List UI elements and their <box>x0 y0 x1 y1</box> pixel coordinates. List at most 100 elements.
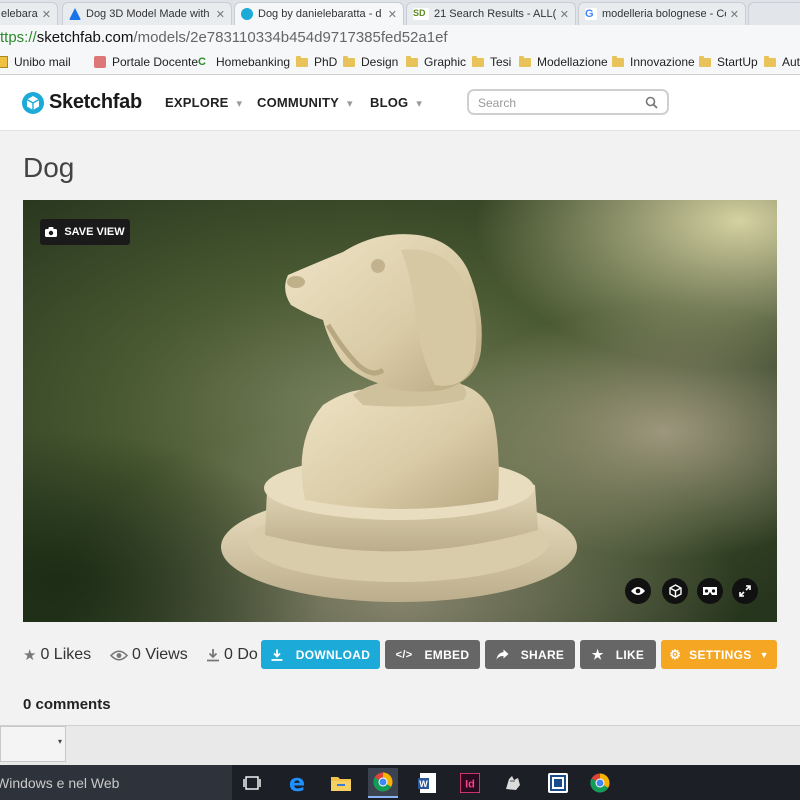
folder-icon <box>472 55 484 67</box>
svg-text:Id: Id <box>465 779 475 791</box>
search-input[interactable]: Search <box>467 89 669 115</box>
tab-close-icon[interactable]: ✕ <box>730 8 739 21</box>
task-view-icon[interactable] <box>237 768 267 798</box>
sketchfab-logo[interactable]: Sketchfab <box>22 91 142 114</box>
share-button[interactable]: SHARE <box>485 640 575 669</box>
settings-button[interactable]: ⚙ SETTINGS ▼ <box>661 640 777 669</box>
edge-glyph: e <box>288 769 306 797</box>
bookmark-homebanking[interactable]: C Homebanking <box>198 55 290 69</box>
nav-blog[interactable]: BLOG ▾ <box>370 95 422 110</box>
edge-icon[interactable]: e <box>282 768 312 798</box>
page-title: Dog <box>23 152 75 183</box>
embed-button[interactable]: </> EMBED <box>385 640 480 669</box>
chrome-icon[interactable] <box>368 768 398 798</box>
folder-icon <box>406 55 418 67</box>
sketchfab-icon <box>241 8 253 20</box>
rhino-icon[interactable] <box>498 768 528 798</box>
browser-tab-5[interactable]: G modelleria bolognese - Ce ✕ <box>578 2 746 25</box>
chrome-glyph <box>590 773 610 793</box>
tab-close-icon[interactable]: ✕ <box>216 8 225 21</box>
cube-icon-glyph <box>668 584 682 598</box>
file-explorer-icon[interactable] <box>326 768 356 798</box>
bottom-panel: ▾ <box>0 725 800 766</box>
eye-icon-glyph <box>631 587 645 595</box>
vr-icon[interactable] <box>697 578 723 604</box>
dropdown-select[interactable]: ▾ <box>0 726 66 762</box>
chevron-down-icon: ▾ <box>416 98 423 110</box>
comments-count: 0 comments <box>23 696 111 713</box>
save-view-button[interactable]: SAVE VIEW <box>40 219 130 245</box>
bookmark-phd[interactable]: PhD <box>296 55 337 69</box>
chrome-glyph <box>373 772 393 792</box>
bookmark-graphic[interactable]: Graphic <box>406 55 466 69</box>
logo-text: Sketchfab <box>49 91 142 113</box>
browser-tab-1[interactable]: elebaratta ✕ <box>0 2 58 25</box>
search-icon[interactable] <box>645 96 658 109</box>
eye-icon[interactable] <box>625 578 651 604</box>
bookmark-auto[interactable]: Auto <box>764 55 800 69</box>
site-header: Sketchfab EXPLORE ▾ COMMUNITY ▾ BLOG ▾ Sear… <box>0 75 800 131</box>
cortana-search-box[interactable]: Windows e nel Web <box>0 765 232 800</box>
new-tab-button[interactable] <box>748 2 800 25</box>
bookmark-unibo-mail[interactable]: Unibo mail <box>0 55 71 69</box>
bookmark-startup[interactable]: StartUp <box>699 55 758 69</box>
like-button[interactable]: ★ LIKE <box>580 640 656 669</box>
tab-label: elebaratta <box>1 8 38 20</box>
eye-icon <box>110 649 128 661</box>
star-icon: ★ <box>23 647 37 664</box>
fullscreen-icon-glyph <box>739 585 751 597</box>
nav-explore[interactable]: EXPLORE ▾ <box>165 95 242 110</box>
browser-tab-2[interactable]: Dog 3D Model Made with ✕ <box>62 2 232 25</box>
address-bar[interactable]: ttps://sketchfab.com/models/2e783110334b… <box>0 25 800 51</box>
url-text[interactable]: ttps://sketchfab.com/models/2e783110334b… <box>0 29 448 46</box>
bookmark-design[interactable]: Design <box>343 55 398 69</box>
tab-close-icon[interactable]: ✕ <box>42 8 51 21</box>
cube-icon[interactable] <box>662 578 688 604</box>
folder-glyph <box>331 777 351 791</box>
share-icon <box>496 649 509 660</box>
chevron-down-icon: ▾ <box>236 98 243 110</box>
nav-community[interactable]: COMMUNITY ▾ <box>257 95 353 110</box>
indesign-glyph: Id <box>460 773 480 793</box>
chevron-down-icon: ▼ <box>759 649 769 660</box>
vr-icon-glyph <box>703 587 717 595</box>
bookmark-portale-docente[interactable]: Portale Docente <box>94 55 198 69</box>
browser-tab-4[interactable]: SD 21 Search Results - ALL(ma ✕ <box>406 2 576 25</box>
word-icon[interactable]: W <box>412 768 442 798</box>
bookmark-modellazione[interactable]: Modellazione <box>519 55 608 69</box>
tab-close-icon[interactable]: ✕ <box>560 8 569 21</box>
chrome-icon[interactable] <box>585 768 615 798</box>
folder-icon <box>699 55 711 67</box>
rhino-glyph <box>506 776 520 790</box>
browser-tab-bar: elebaratta ✕ Dog 3D Model Made with ✕ Dog … <box>0 0 800 25</box>
bookmarks-bar: Unibo mail Portale Docente C Homebanking… <box>0 50 800 75</box>
bookmark-innovazione[interactable]: Innovazione <box>612 55 695 69</box>
model-viewer[interactable]: SAVE VIEW <box>23 200 777 622</box>
download-icon <box>271 649 283 661</box>
tab-label: 21 Search Results - ALL(ma <box>434 8 556 20</box>
tab-close-icon[interactable]: ✕ <box>388 8 397 21</box>
gear-icon: ⚙ <box>669 646 682 662</box>
folder-icon <box>764 55 776 67</box>
viewer-scene <box>23 200 777 622</box>
camera-icon <box>45 227 58 237</box>
unibo-icon <box>0 56 8 68</box>
folder-icon <box>296 55 308 67</box>
word-glyph: W <box>418 773 436 793</box>
folder-icon <box>612 55 624 67</box>
windows-taskbar: Windows e nel Web e W Id <box>0 765 800 800</box>
download-button[interactable]: DOWNLOAD <box>261 640 380 669</box>
bookmark-tesi[interactable]: Tesi <box>472 55 511 69</box>
likes-count: ★ 0 Likes <box>23 646 92 664</box>
chevron-down-icon: ▾ <box>57 737 62 746</box>
task-view-glyph <box>243 776 261 790</box>
download-icon <box>207 649 219 662</box>
tab-label: Dog 3D Model Made with <box>86 8 210 20</box>
tab-label: modelleria bolognese - Ce <box>602 8 726 20</box>
code-icon: </> <box>395 648 413 661</box>
app-icon[interactable] <box>543 768 573 798</box>
google-icon: G <box>585 8 597 20</box>
indesign-icon[interactable]: Id <box>455 768 485 798</box>
browser-tab-3[interactable]: Dog by danielebaratta - d ✕ <box>234 2 404 25</box>
fullscreen-icon[interactable] <box>732 578 758 604</box>
